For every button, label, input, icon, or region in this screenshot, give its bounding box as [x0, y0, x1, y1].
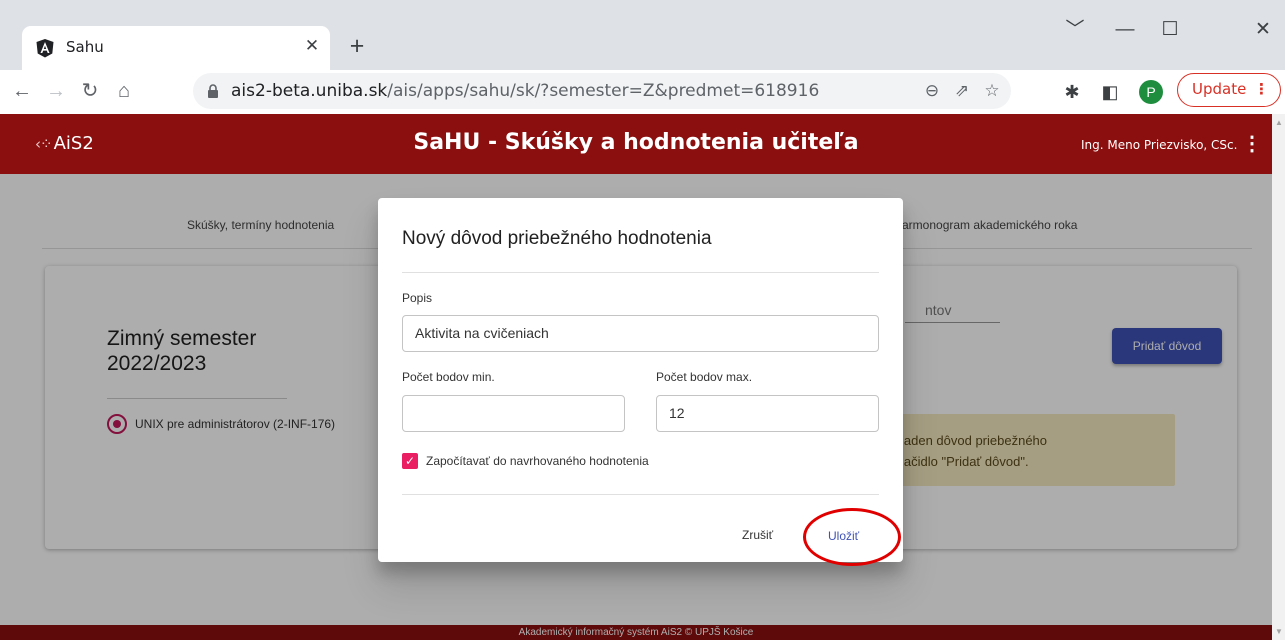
cancel-button[interactable]: Zrušiť	[742, 528, 773, 542]
app-header: ‹⁘ AiS2 SaHU - Skúšky a hodnotenia učiteľ…	[0, 114, 1272, 174]
back-arrow-icon[interactable]: ←	[8, 77, 36, 105]
description-label: Popis	[402, 291, 433, 305]
highlight-ellipse	[803, 508, 901, 566]
scroll-down-icon[interactable]: ▼	[1275, 627, 1283, 636]
reload-icon[interactable]: ↻	[76, 77, 104, 105]
share-icon[interactable]: ⇗	[950, 79, 974, 103]
window-close-icon[interactable]: ✕	[1243, 10, 1283, 50]
close-icon[interactable]: ✕	[300, 34, 324, 58]
user-name[interactable]: Ing. Meno Priezvisko, CSc.	[1081, 138, 1237, 152]
forward-arrow-icon[interactable]: →	[42, 77, 70, 105]
browser-tab-strip: Sahu ✕ + ﹀ — ☐ ✕	[0, 0, 1285, 70]
maximize-icon[interactable]: ☐	[1150, 10, 1190, 50]
divider	[402, 272, 879, 273]
chevron-down-icon[interactable]: ﹀	[1055, 10, 1095, 50]
address-bar[interactable]: ais2-beta.uniba.sk/ais/apps/sahu/sk/?sem…	[193, 73, 1011, 109]
scroll-up-icon[interactable]: ▲	[1275, 118, 1283, 127]
home-icon[interactable]: ⌂	[110, 77, 138, 105]
star-icon[interactable]: ☆	[980, 79, 1004, 103]
include-checkbox-label: Započítavať do navrhovaného hodnotenia	[426, 454, 649, 468]
angular-icon	[36, 39, 54, 58]
zoom-icon[interactable]: ⊖	[920, 79, 944, 103]
min-points-input[interactable]	[402, 395, 625, 432]
dialog-title: Nový dôvod priebežného hodnotenia	[402, 228, 712, 249]
divider	[402, 494, 879, 495]
new-tab-icon[interactable]: +	[342, 33, 372, 63]
extensions-icon[interactable]: ✱	[1058, 78, 1086, 106]
lock-icon	[208, 84, 218, 98]
update-label: Update	[1192, 80, 1247, 98]
new-reason-dialog: Nový dôvod priebežného hodnotenia Popis …	[378, 198, 903, 562]
browser-toolbar: ← → ↻ ⌂ ais2-beta.uniba.sk/ais/apps/sahu…	[0, 70, 1285, 114]
min-points-label: Počet bodov min.	[402, 370, 495, 384]
include-checkbox[interactable]: ✓	[402, 453, 418, 469]
url-domain: ais2-beta.uniba.sk	[231, 81, 388, 101]
minimize-icon[interactable]: —	[1105, 10, 1145, 50]
profile-avatar[interactable]: P	[1139, 80, 1163, 104]
description-input[interactable]: Aktivita na cvičeniach	[402, 315, 879, 352]
tab-title: Sahu	[66, 38, 104, 56]
max-points-input[interactable]: 12	[656, 395, 879, 432]
check-icon: ✓	[404, 454, 416, 468]
scrollbar[interactable]: ▲ ▼	[1272, 114, 1285, 640]
url-text: ais2-beta.uniba.sk/ais/apps/sahu/sk/?sem…	[231, 81, 819, 101]
more-vert-icon: ⋮	[1254, 80, 1269, 98]
update-button[interactable]: Update ⋮	[1177, 73, 1281, 107]
browser-tab[interactable]: Sahu ✕	[22, 26, 330, 70]
url-path: /ais/apps/sahu/sk/?semester=Z&predmet=61…	[387, 81, 820, 101]
more-vert-icon[interactable]: ⋮	[1242, 131, 1262, 156]
max-points-label: Počet bodov max.	[656, 370, 753, 384]
side-panel-icon[interactable]: ◧	[1096, 78, 1124, 106]
